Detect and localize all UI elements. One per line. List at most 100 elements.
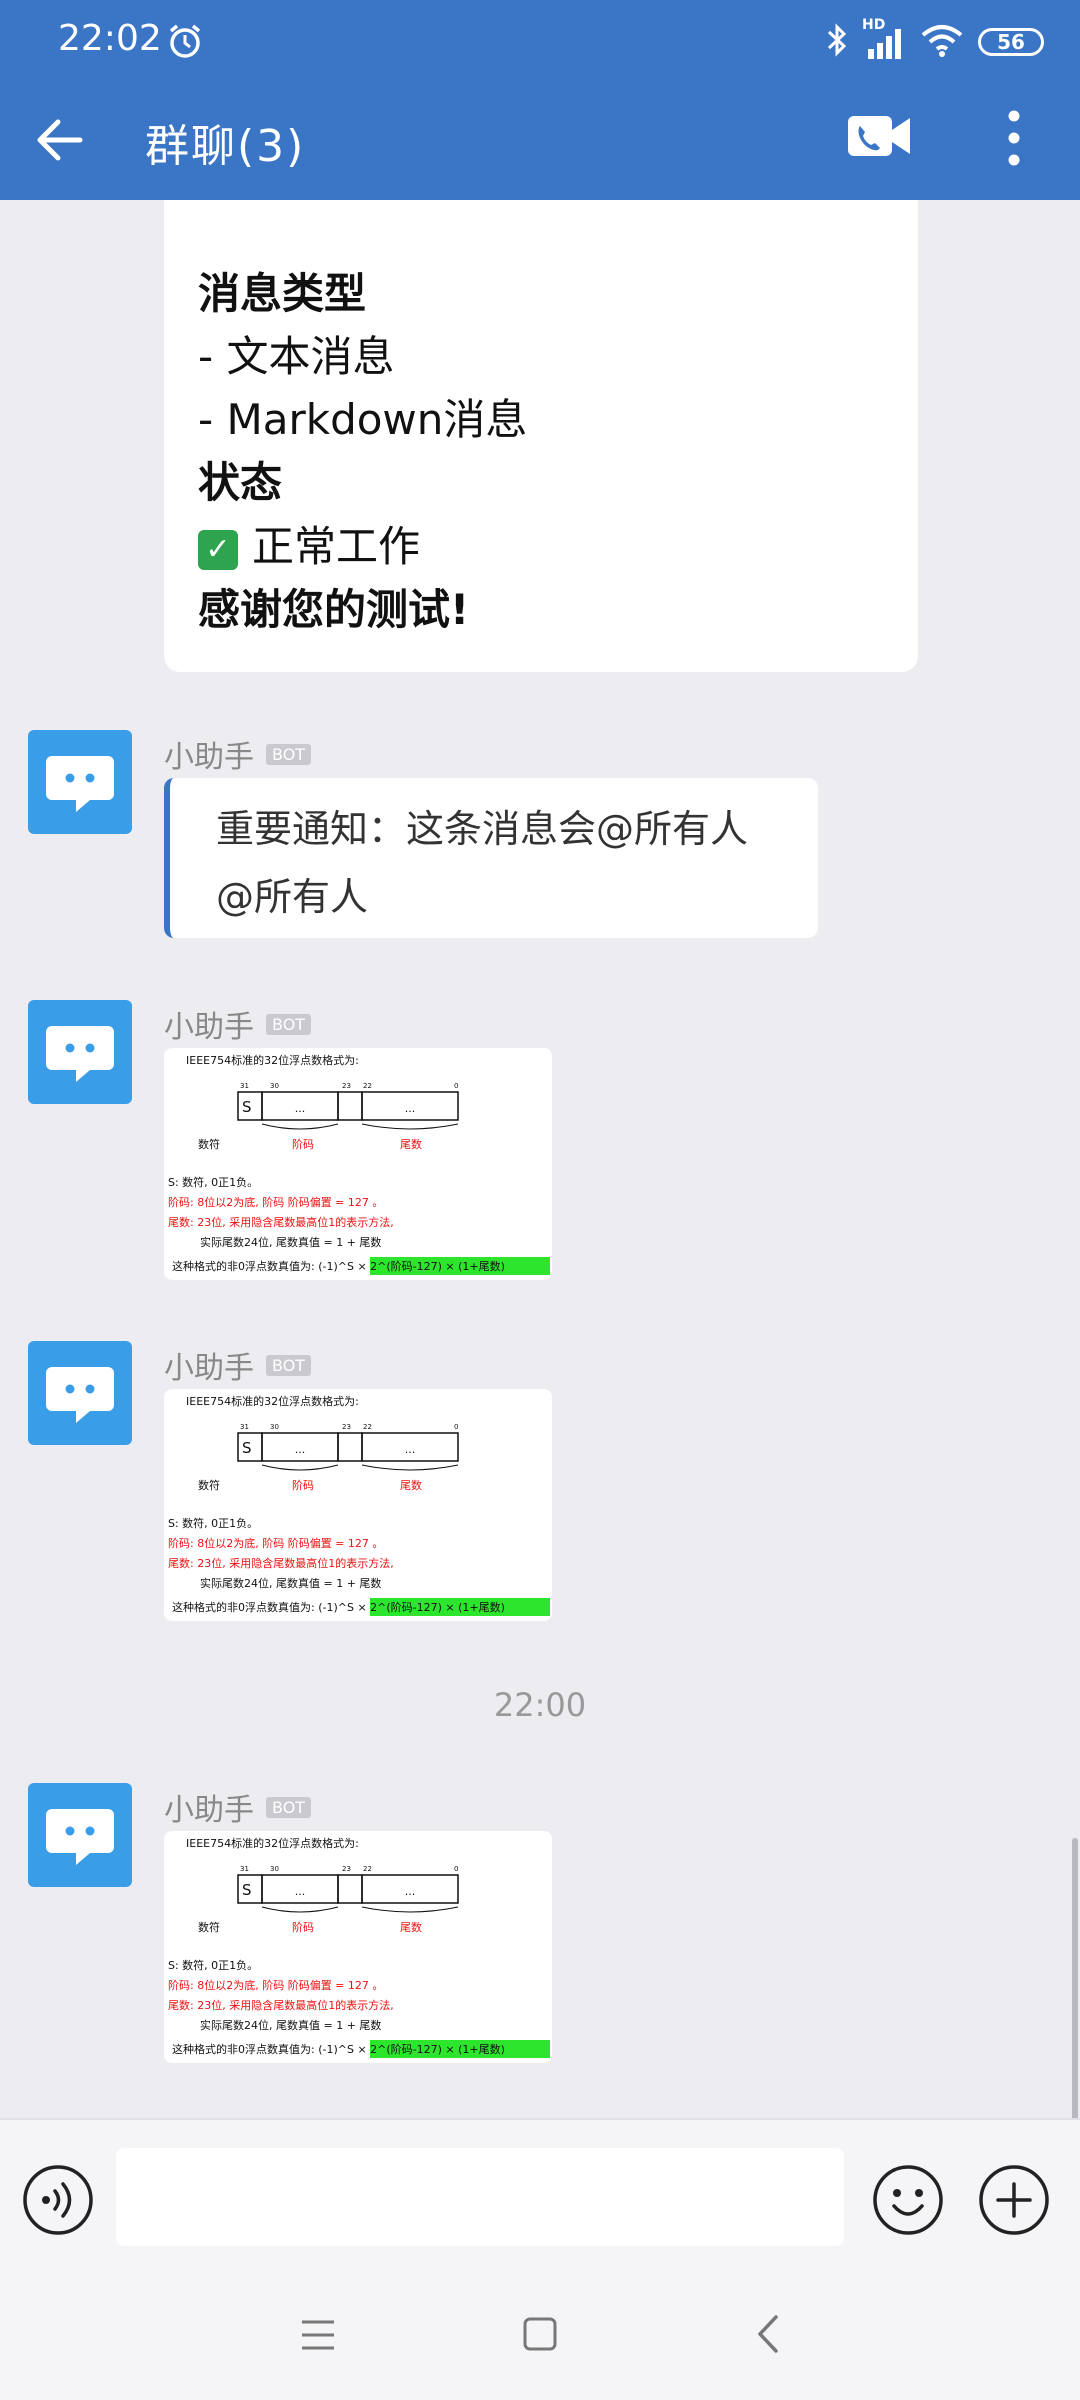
status-time: 22:02 — [58, 18, 162, 59]
field-label: 数符 — [198, 1479, 220, 1492]
image-text-line: 实际尾数24位, 尾数真值 = 1 + 尾数 — [200, 1235, 381, 1249]
image-message[interactable]: IEEE754标准的32位浮点数格式为: 31 30 23 22 0 S ...… — [164, 1831, 552, 2063]
image-text-line: 尾数: 23位, 采用隐含尾数最高位1的表示方法, — [168, 1215, 394, 1229]
field-label: 尾数 — [400, 1479, 422, 1492]
notice-bubble[interactable]: 重要通知：这条消息会@所有人 @所有人 — [164, 778, 818, 938]
card-list-item: - Markdown消息 — [198, 395, 528, 444]
exponent-cell: ... — [295, 1443, 306, 1456]
image-text-line: 这种格式的非0浮点数真值为: (-1)^S × 2^(阶码-127) × (1+… — [172, 1600, 505, 1614]
bit-label: 23 — [342, 1865, 351, 1873]
notice-mention: @所有人 — [216, 875, 369, 919]
back-arrow-icon[interactable] — [32, 112, 88, 172]
plus-icon[interactable] — [978, 2164, 1050, 2240]
emoji-icon[interactable] — [872, 2164, 944, 2240]
exponent-cell: ... — [295, 1885, 306, 1898]
message-input[interactable] — [116, 2148, 844, 2246]
system-nav-bar — [0, 2270, 1080, 2400]
back-icon[interactable] — [754, 2314, 782, 2358]
image-text-line: 实际尾数24位, 尾数真值 = 1 + 尾数 — [200, 2018, 381, 2032]
card-status-text: 正常工作 — [252, 522, 421, 571]
bit-label: 0 — [454, 1865, 458, 1873]
field-label: 阶码 — [292, 1478, 314, 1492]
sender-name: 小助手 — [164, 1010, 254, 1045]
chat-bubble-icon — [46, 756, 114, 812]
image-heading: IEEE754标准的32位浮点数格式为: — [186, 1053, 359, 1067]
sender-name: 小助手 — [164, 1793, 254, 1828]
card-list-item: - 文本消息 — [198, 332, 395, 381]
input-bar — [0, 2118, 1080, 2272]
card-heading: 感谢您的测试! — [198, 585, 470, 634]
notice-text: 重要通知：这条消息会@所有人 — [216, 807, 749, 851]
card-heading: 状态 — [198, 458, 283, 507]
recent-apps-icon[interactable] — [300, 2318, 336, 2356]
bot-avatar[interactable] — [28, 1783, 132, 1887]
status-bar: 22:02 HD 56 — [0, 0, 1080, 80]
bit-label: 30 — [270, 1865, 279, 1873]
bot-badge: BOT — [266, 1354, 312, 1376]
bot-avatar[interactable] — [28, 730, 132, 834]
image-text-line: S: 数符, 0正1负。 — [168, 1516, 258, 1530]
image-text-line: 实际尾数24位, 尾数真值 = 1 + 尾数 — [200, 1576, 381, 1590]
bot-avatar[interactable] — [28, 1000, 132, 1104]
signal-icon: HD — [862, 17, 906, 61]
exponent-cell: ... — [295, 1102, 306, 1115]
chat-bubble-icon — [46, 1026, 114, 1082]
sign-bit-cell: S — [242, 1439, 252, 1457]
sender-row: 小助手 BOT — [164, 1785, 312, 1829]
bot-badge: BOT — [266, 1796, 312, 1818]
image-text-line: 阶码: 8位以2为底, 阶码 阶码偏置 = 127 。 — [168, 1195, 383, 1209]
image-text-line: 这种格式的非0浮点数真值为: (-1)^S × 2^(阶码-127) × (1+… — [172, 1259, 505, 1273]
markdown-card: 消息类型 - 文本消息 - Markdown消息 状态 ✓ 正常工作 感谢您的测试… — [164, 200, 918, 672]
sender-row: 小助手 BOT — [164, 732, 312, 776]
sender-name: 小助手 — [164, 740, 254, 775]
chat-area[interactable]: 消息类型 - 文本消息 - Markdown消息 状态 ✓ 正常工作 感谢您的测试… — [0, 200, 1080, 2118]
status-icons: HD 56 — [826, 17, 1044, 64]
image-message[interactable]: IEEE754标准的32位浮点数格式为: 31 30 23 22 0 S ...… — [164, 1389, 552, 1621]
bit-label: 30 — [270, 1423, 279, 1431]
bit-label: 22 — [363, 1082, 372, 1090]
image-message[interactable]: IEEE754标准的32位浮点数格式为: 31 30 23 22 0 S ...… — [164, 1048, 552, 1280]
mantissa-cell: ... — [405, 1102, 416, 1115]
sign-bit-cell: S — [242, 1881, 252, 1899]
sign-bit-cell: S — [242, 1098, 252, 1116]
chat-bubble-icon — [46, 1809, 114, 1865]
bit-label: 23 — [342, 1082, 351, 1090]
field-label: 阶码 — [292, 1920, 314, 1934]
time-divider: 22:00 — [493, 1686, 587, 1724]
field-label: 数符 — [198, 1921, 220, 1934]
bot-badge: BOT — [266, 1013, 312, 1035]
video-call-icon[interactable] — [846, 110, 912, 166]
check-mark-icon: ✓ — [198, 529, 238, 570]
home-icon[interactable] — [522, 2316, 558, 2356]
image-text-line: S: 数符, 0正1负。 — [168, 1175, 258, 1189]
more-options-icon[interactable] — [990, 106, 1038, 174]
image-text-line: 这种格式的非0浮点数真值为: (-1)^S × 2^(阶码-127) × (1+… — [172, 2042, 505, 2056]
mantissa-cell: ... — [405, 1885, 416, 1898]
bit-label: 31 — [240, 1423, 249, 1431]
field-label: 阶码 — [292, 1137, 314, 1151]
sender-name: 小助手 — [164, 1351, 254, 1386]
battery-icon: 56 — [978, 28, 1044, 56]
field-label: 尾数 — [400, 1921, 422, 1934]
image-text-line: S: 数符, 0正1负。 — [168, 1958, 258, 1972]
bot-avatar[interactable] — [28, 1341, 132, 1445]
field-label: 尾数 — [400, 1138, 422, 1151]
image-heading: IEEE754标准的32位浮点数格式为: — [186, 1836, 359, 1850]
bit-label: 31 — [240, 1865, 249, 1873]
image-text-line: 尾数: 23位, 采用隐含尾数最高位1的表示方法, — [168, 1998, 394, 2012]
sender-row: 小助手 BOT — [164, 1343, 312, 1387]
voice-input-icon[interactable] — [22, 2164, 94, 2240]
bot-badge: BOT — [266, 743, 312, 765]
bit-label: 22 — [363, 1865, 372, 1873]
image-text-line: 阶码: 8位以2为底, 阶码 阶码偏置 = 127 。 — [168, 1536, 383, 1550]
sender-row: 小助手 BOT — [164, 1002, 312, 1046]
card-status-line: ✓ 正常工作 — [198, 513, 420, 574]
bit-label: 31 — [240, 1082, 249, 1090]
chat-scrollbar[interactable] — [1072, 1838, 1078, 2118]
wifi-icon — [920, 22, 964, 62]
mantissa-cell: ... — [405, 1443, 416, 1456]
alarm-icon — [166, 22, 204, 64]
image-text-line: 尾数: 23位, 采用隐含尾数最高位1的表示方法, — [168, 1556, 394, 1570]
bit-label: 23 — [342, 1423, 351, 1431]
image-text-line: 阶码: 8位以2为底, 阶码 阶码偏置 = 127 。 — [168, 1978, 383, 1992]
